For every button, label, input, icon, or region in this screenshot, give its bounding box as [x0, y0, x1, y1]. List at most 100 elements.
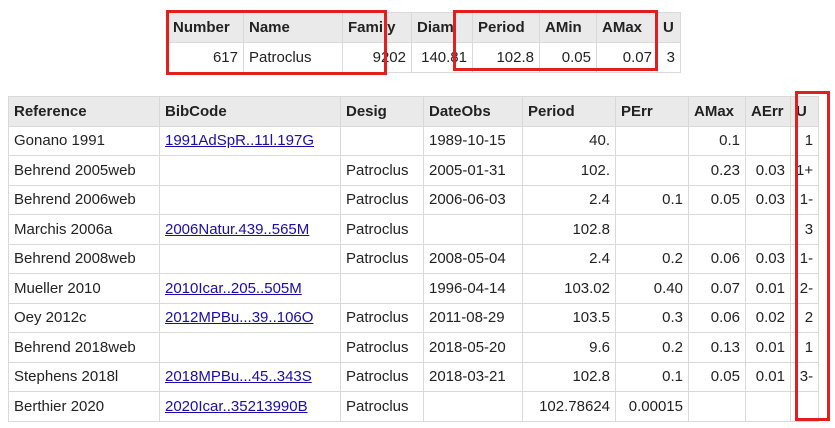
summary-header-u: U [657, 12, 681, 43]
row-period: 102.78624 [522, 391, 616, 422]
row-u: 2- [789, 273, 820, 304]
bibcode-link[interactable]: 2018MPBu...45..343S [165, 368, 312, 385]
row-desig: Patroclus [340, 361, 424, 392]
table-row: Marchis 2006a 2006Natur.439..565M Patroc… [8, 214, 820, 245]
row-aerr [745, 125, 791, 156]
row-dateobs: 1989-10-15 [423, 125, 523, 156]
row-bibcode: 2006Natur.439..565M [159, 214, 341, 245]
ref-header-dateobs: DateObs [423, 96, 523, 127]
asteroid-summary-table: Number Name Family Diam Period AMin AMax… [167, 12, 681, 73]
row-aerr: 0.01 [745, 332, 791, 363]
summary-name: Patroclus [243, 42, 343, 73]
ref-header-amax: AMax [688, 96, 746, 127]
row-perr: 0.40 [615, 273, 689, 304]
ref-header-perr: PErr [615, 96, 689, 127]
row-dateobs: 2018-05-20 [423, 332, 523, 363]
row-dateobs: 2011-08-29 [423, 302, 523, 333]
row-reference: Behrend 2018web [8, 332, 160, 363]
row-perr [615, 125, 689, 156]
row-desig: Patroclus [340, 243, 424, 274]
row-bibcode [159, 332, 341, 363]
row-amax: 0.06 [688, 302, 746, 333]
row-bibcode: 1991AdSpR..11l.197G [159, 125, 341, 156]
row-u: 1 [789, 125, 820, 156]
row-period: 102.8 [522, 361, 616, 392]
summary-header-row: Number Name Family Diam Period AMin AMax… [167, 12, 681, 43]
summary-header-amin: AMin [539, 12, 597, 43]
row-reference: Gonano 1991 [8, 125, 160, 156]
row-amax: 0.05 [688, 361, 746, 392]
bibcode-link[interactable]: 2010Icar..205..505M [165, 280, 302, 297]
row-period: 103.5 [522, 302, 616, 333]
row-aerr: 0.02 [745, 302, 791, 333]
row-aerr [745, 391, 791, 422]
row-period: 102. [522, 155, 616, 186]
row-dateobs [423, 391, 523, 422]
row-bibcode: 2012MPBu...39..106O [159, 302, 341, 333]
summary-period: 102.8 [472, 42, 540, 73]
summary-header-family: Family [342, 12, 412, 43]
row-desig [340, 273, 424, 304]
row-u: 3 [789, 214, 820, 245]
row-period: 2.4 [522, 184, 616, 215]
summary-amin: 0.05 [539, 42, 597, 73]
summary-u: 3 [657, 42, 681, 73]
summary-header-number: Number [167, 12, 244, 43]
row-perr: 0.00015 [615, 391, 689, 422]
row-desig: Patroclus [340, 155, 424, 186]
summary-header-diam: Diam [411, 12, 473, 43]
row-u: 1+ [789, 155, 820, 186]
bibcode-link[interactable]: 1991AdSpR..11l.197G [165, 132, 314, 149]
bibcode-link[interactable]: 2012MPBu...39..106O [165, 309, 313, 326]
row-period: 9.6 [522, 332, 616, 363]
row-perr: 0.1 [615, 361, 689, 392]
row-dateobs: 2018-03-21 [423, 361, 523, 392]
row-aerr: 0.01 [745, 273, 791, 304]
row-perr: 0.2 [615, 243, 689, 274]
row-perr: 0.2 [615, 332, 689, 363]
table-row: Oey 2012c 2012MPBu...39..106O Patroclus … [8, 302, 820, 333]
summary-header-name: Name [243, 12, 343, 43]
ref-header-period: Period [522, 96, 616, 127]
row-reference: Mueller 2010 [8, 273, 160, 304]
row-reference: Behrend 2006web [8, 184, 160, 215]
bibcode-link[interactable]: 2020Icar..35213990B [165, 398, 308, 415]
row-perr [615, 155, 689, 186]
row-desig: Patroclus [340, 302, 424, 333]
row-u: 1- [789, 184, 820, 215]
row-bibcode: 2020Icar..35213990B [159, 391, 341, 422]
row-reference: Oey 2012c [8, 302, 160, 333]
ref-header-desig: Desig [340, 96, 424, 127]
lightcurve-references-table: Reference BibCode Desig DateObs Period P… [8, 96, 820, 422]
row-amax [688, 391, 746, 422]
row-reference: Stephens 2018l [8, 361, 160, 392]
row-aerr [745, 214, 791, 245]
ref-header-bibcode: BibCode [159, 96, 341, 127]
row-u: 1- [789, 243, 820, 274]
ref-header-reference: Reference [8, 96, 160, 127]
row-bibcode [159, 184, 341, 215]
table-row: Behrend 2005web Patroclus 2005-01-31 102… [8, 155, 820, 186]
row-dateobs [423, 214, 523, 245]
summary-family: 9202 [342, 42, 412, 73]
row-bibcode [159, 243, 341, 274]
summary-header-amax: AMax [596, 12, 658, 43]
row-dateobs: 2005-01-31 [423, 155, 523, 186]
row-desig: Patroclus [340, 214, 424, 245]
row-bibcode: 2010Icar..205..505M [159, 273, 341, 304]
table-row: Behrend 2006web Patroclus 2006-06-03 2.4… [8, 184, 820, 215]
summary-number: 617 [167, 42, 244, 73]
row-reference: Marchis 2006a [8, 214, 160, 245]
row-bibcode [159, 155, 341, 186]
bibcode-link[interactable]: 2006Natur.439..565M [165, 221, 309, 238]
row-desig: Patroclus [340, 391, 424, 422]
row-u: 1 [789, 332, 820, 363]
row-desig: Patroclus [340, 184, 424, 215]
row-u [789, 391, 820, 422]
row-period: 2.4 [522, 243, 616, 274]
references-header-row: Reference BibCode Desig DateObs Period P… [8, 96, 820, 127]
row-amax: 0.23 [688, 155, 746, 186]
row-perr: 0.1 [615, 184, 689, 215]
row-bibcode: 2018MPBu...45..343S [159, 361, 341, 392]
ref-header-aerr: AErr [745, 96, 791, 127]
